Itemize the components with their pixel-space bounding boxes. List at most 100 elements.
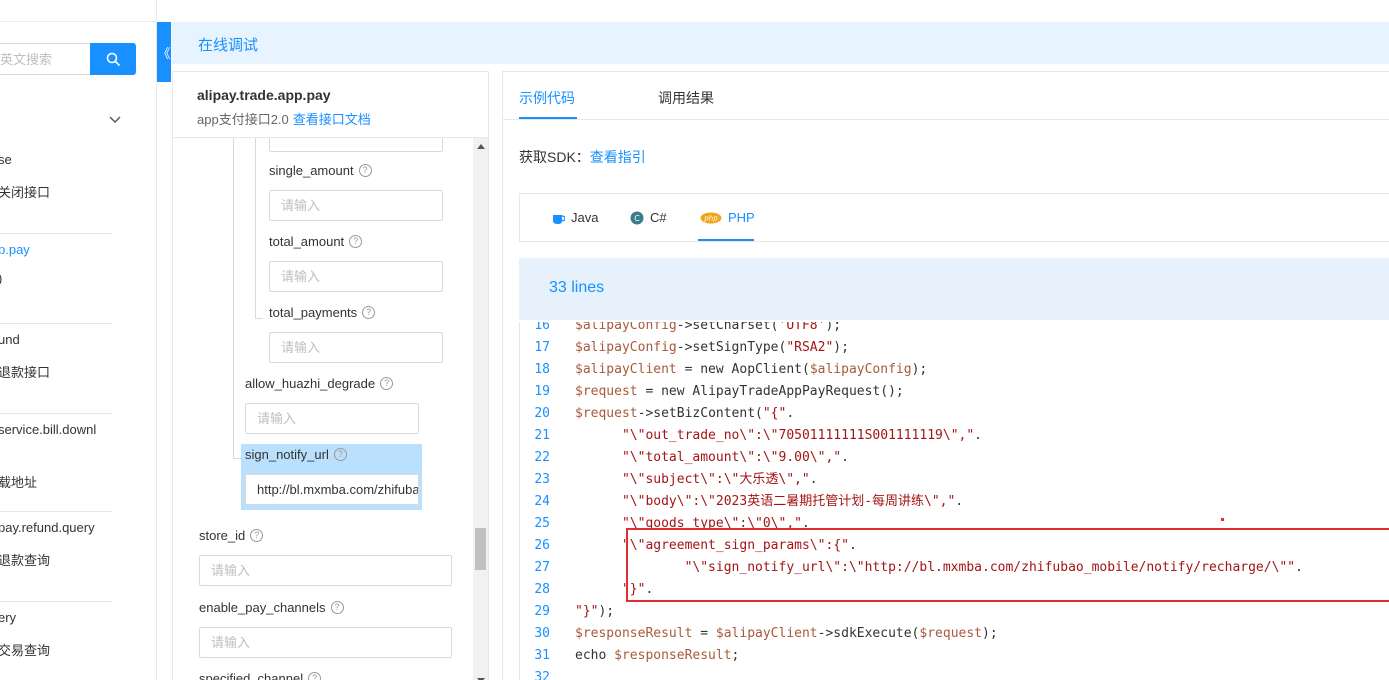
code-viewer[interactable]: 16 $alipayConfig->setCharset('UTF8'); 17 $a… [519, 322, 1389, 680]
param-name: specified_channel [199, 671, 304, 680]
allow-huazhi-degrade-input[interactable] [245, 403, 419, 434]
total-amount-input[interactable] [269, 261, 443, 292]
code-text: $alipayClient = new AopClient($alipayCon… [575, 362, 928, 377]
sidebar-item-bill-download-en[interactable]: service.bill.downl [0, 422, 96, 437]
line-number: 25 [534, 516, 550, 531]
sidebar-item-app-pay[interactable]: p.pay [0, 242, 30, 257]
sdk-guide-link[interactable]: 查看指引 [590, 149, 646, 165]
main-tabs: 示例代码 调用结果 [503, 72, 1389, 120]
help-icon[interactable]: ? [333, 448, 347, 461]
sidebar-item-close-en[interactable]: se [0, 152, 12, 167]
line-number: 21 [534, 428, 550, 443]
tab-java[interactable]: Java [552, 210, 598, 225]
annotation-dot [1221, 518, 1224, 521]
params-panel: alipay.trade.app.pay app支付接口2.0 查看接口文档 si… [172, 71, 489, 680]
line-number: 17 [534, 340, 550, 355]
help-icon[interactable]: ? [250, 529, 264, 542]
sidebar-item-refund-en[interactable]: und [0, 332, 20, 347]
code-text: echo $responseResult; [575, 648, 740, 663]
code-line: 32 [520, 667, 575, 680]
coffee-cup-icon [552, 211, 565, 225]
sidebar-item-refund-query[interactable]: 退款查询 [0, 550, 50, 569]
lines-count: 33 lines [549, 279, 605, 296]
scrollbar-thumb[interactable] [475, 528, 486, 570]
total-payments-input[interactable] [269, 332, 443, 363]
tree-guide-line [233, 458, 241, 459]
sidebar-item-bill-download[interactable]: 载地址 [0, 472, 37, 491]
sidebar-item-refund[interactable]: 退款接口 [0, 362, 50, 381]
line-number: 28 [534, 582, 550, 597]
tab-call-result[interactable]: 调用结果 [658, 88, 714, 108]
tree-guide-line [255, 318, 263, 319]
active-language-indicator [698, 239, 754, 241]
search-icon [106, 52, 120, 66]
line-number: 24 [534, 494, 550, 509]
help-icon[interactable]: ? [362, 306, 376, 319]
sidebar-item-close[interactable]: 关闭接口 [0, 182, 50, 201]
code-text: "\"out_trade_no\":\"70501111111S00111111… [621, 428, 982, 443]
php-logo-icon: php [700, 212, 722, 224]
param-name: store_id [199, 528, 246, 543]
line-number: 16 [534, 322, 550, 333]
tab-php[interactable]: php PHP [700, 210, 755, 225]
code-line: 31 echo $responseResult; [520, 645, 739, 667]
tab-php-label: PHP [728, 210, 755, 225]
params-scroll-area[interactable]: single_amount? total_amount? total_payme… [173, 138, 488, 680]
single-amount-input[interactable] [269, 190, 443, 221]
code-line: 22 "\"total_amount\":\"9.00\",". [520, 447, 849, 469]
param-name: sign_notify_url [245, 447, 329, 462]
left-nav-sidebar: se 关闭接口 p.pay ) und 退款接口 service.bill.do… [0, 0, 157, 680]
nav-divider [0, 511, 112, 512]
nav-divider [0, 233, 112, 234]
param-name: enable_pay_channels [199, 600, 326, 615]
svg-text:php: php [703, 214, 718, 222]
page-title: 在线调试 [198, 37, 259, 54]
sign-notify-url-input[interactable] [245, 474, 419, 505]
nav-top-divider [0, 21, 156, 22]
sidebar-item-trade-query-en[interactable]: ery [0, 610, 16, 625]
param-label-total-payments: total_payments? [269, 305, 376, 320]
param-name: allow_huazhi_degrade [245, 376, 376, 391]
tab-csharp[interactable]: C C# [630, 210, 667, 225]
param-label-total-amount: total_amount? [269, 234, 363, 249]
param-name: total_amount [269, 234, 345, 249]
help-icon[interactable]: ? [308, 672, 322, 680]
line-number: 23 [534, 472, 550, 487]
line-number: 29 [534, 604, 550, 619]
params-scrollbar[interactable] [473, 138, 488, 680]
help-icon[interactable]: ? [349, 235, 363, 248]
search-input[interactable] [0, 43, 90, 75]
header-bar: 在线调试 [172, 22, 1389, 64]
collapse-sidebar-button[interactable]: 《 [157, 22, 171, 82]
code-line: 24 "\"body\":\"2023英语二暑期托管计划-每周讲练\",". [520, 491, 963, 513]
code-line: 17 $alipayConfig->setSignType("RSA2"); [520, 337, 849, 359]
help-icon[interactable]: ? [358, 164, 372, 177]
enable-pay-channels-input[interactable] [199, 627, 452, 658]
code-line: 29 "}"); [520, 601, 614, 623]
sdk-row: 获取SDK：查看指引 [519, 147, 646, 167]
help-icon[interactable]: ? [330, 601, 344, 614]
store-id-input[interactable] [199, 555, 452, 586]
tab-java-label: Java [571, 210, 599, 225]
help-icon[interactable]: ? [380, 377, 394, 390]
code-text: "\"body\":\"2023英语二暑期托管计划-每周讲练\",". [621, 494, 964, 509]
search-button[interactable] [90, 43, 136, 75]
api-info: alipay.trade.app.pay app支付接口2.0 查看接口文档 [173, 72, 488, 138]
sidebar-item-refund-query-en[interactable]: pay.refund.query [0, 520, 95, 535]
sidebar-item-app-pay-sub[interactable]: ) [0, 271, 2, 286]
code-line: 21 "\"out_trade_no\":\"70501111111S00111… [520, 425, 982, 447]
chevron-down-icon[interactable] [107, 112, 123, 128]
param-label-enable-pay-channels: enable_pay_channels? [199, 600, 344, 615]
sidebar-item-trade-query[interactable]: 交易查询 [0, 640, 50, 659]
param-input-partial[interactable] [269, 138, 443, 152]
code-line: 30 $responseResult = $alipayClient->sdkEx… [520, 623, 997, 645]
code-panel: 示例代码 调用结果 获取SDK：查看指引 Java C C# php PHP 3… [502, 71, 1389, 680]
code-text: "\"subject\":\"大乐透\",". [621, 472, 818, 487]
annotation-highlight-box [626, 528, 1389, 602]
line-number: 32 [534, 670, 550, 680]
tab-example-code[interactable]: 示例代码 [519, 88, 575, 108]
scroll-up-arrow-icon[interactable] [477, 144, 485, 149]
active-tab-indicator [519, 117, 577, 119]
line-number: 30 [534, 626, 550, 641]
api-doc-link[interactable]: 查看接口文档 [293, 112, 371, 127]
